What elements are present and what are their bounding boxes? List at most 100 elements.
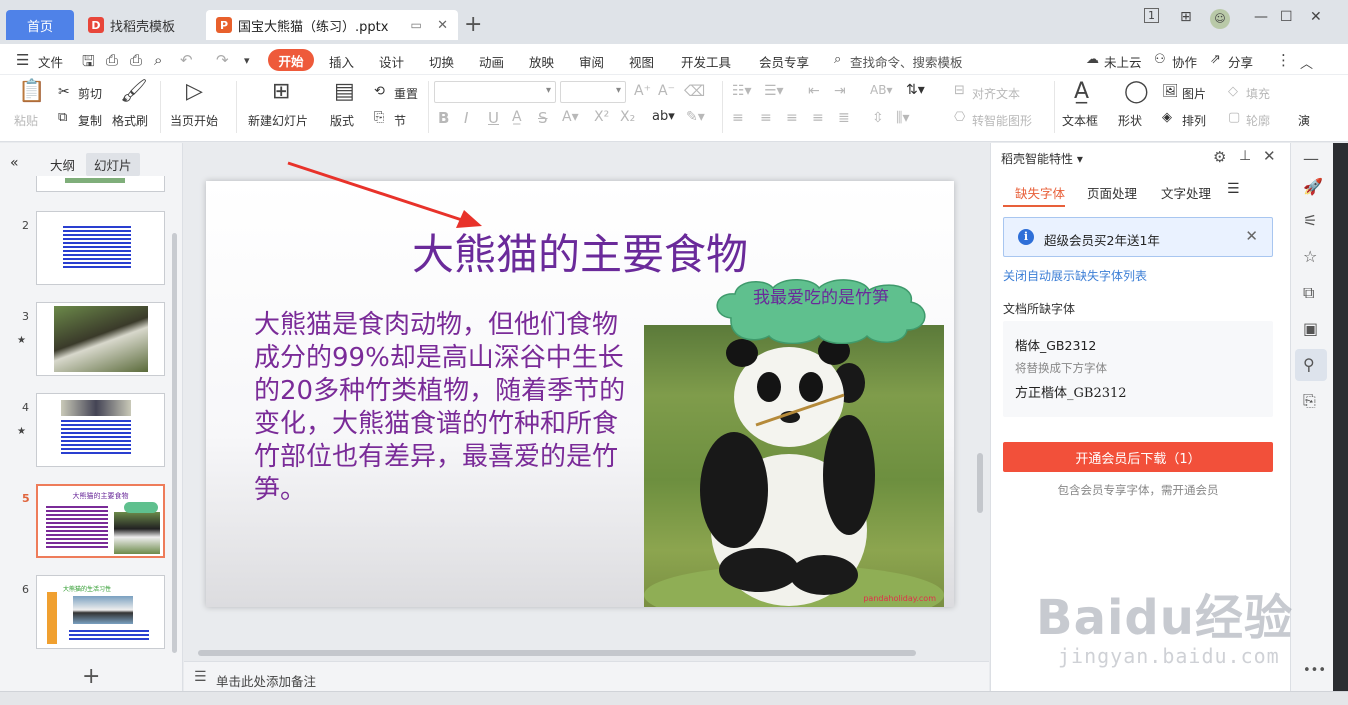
download-fonts-button[interactable]: 开通会员后下载（1）	[1003, 442, 1273, 472]
collab-button[interactable]: 协作	[1172, 52, 1197, 71]
rocket-icon[interactable]: 🚀	[1303, 177, 1323, 196]
menu-file[interactable]: 文件	[38, 52, 63, 71]
paste-button[interactable]: 粘贴	[14, 112, 38, 129]
paste-icon[interactable]: 📋	[18, 79, 45, 104]
section-button[interactable]: 节	[394, 112, 406, 129]
menu-insert[interactable]: 插入	[329, 52, 354, 71]
decrease-indent-icon[interactable]: ⇤	[808, 83, 820, 99]
menu-view[interactable]: 视图	[629, 52, 654, 71]
add-slide-icon[interactable]: +	[82, 664, 100, 689]
highlight-icon[interactable]: ✎▾	[686, 109, 705, 125]
slide-thumbnail-3[interactable]	[36, 302, 165, 376]
menu-transition[interactable]: 切换	[429, 52, 454, 71]
slide-thumbnail-5[interactable]: 大熊猫的主要食物	[36, 484, 165, 558]
bullet-list-icon[interactable]: ☷▾	[732, 83, 752, 99]
hamburger-icon[interactable]: ☰	[16, 51, 29, 69]
vertical-scrollbar[interactable]	[974, 143, 986, 653]
print-preview-icon[interactable]: ⌕	[154, 51, 162, 69]
thumbnail-scrollbar[interactable]	[172, 233, 177, 653]
quick-access-more-icon[interactable]: ▾	[244, 54, 250, 67]
font-color-icon[interactable]: A▾	[562, 109, 579, 125]
text-direction-icon[interactable]: AB▾	[870, 83, 892, 97]
tab-outline[interactable]: 大纲	[42, 153, 83, 176]
menu-start[interactable]: 开始	[268, 49, 314, 71]
tab-menu-icon[interactable]: ☰	[1227, 181, 1240, 197]
new-tab-icon[interactable]: +	[464, 12, 482, 37]
cut-button[interactable]: 剪切	[78, 85, 102, 102]
panel-close-icon[interactable]: ✕	[1263, 147, 1276, 165]
notes-placeholder[interactable]: 单击此处添加备注	[216, 671, 316, 690]
redo-icon[interactable]: ↷	[216, 51, 229, 69]
tab-text-processing[interactable]: 文字处理	[1161, 183, 1211, 202]
menu-slideshow[interactable]: 放映	[529, 52, 554, 71]
copy-button[interactable]: 复制	[78, 112, 102, 129]
distribute-icon[interactable]: ≣	[838, 110, 850, 126]
menu-member[interactable]: 会员专享	[759, 52, 809, 71]
export-pdf-icon[interactable]: ⎙	[106, 51, 118, 69]
slide-title[interactable]: 大熊猫的主要食物	[206, 221, 954, 282]
shadow-icon[interactable]: A̲	[512, 109, 522, 125]
textbox-icon[interactable]: A̲	[1074, 79, 1089, 104]
tab-slides[interactable]: 幻灯片	[86, 153, 140, 176]
promo-notice[interactable]: i 超级会员买2年送1年 ✕	[1003, 217, 1273, 257]
fill-button[interactable]: 填充	[1246, 85, 1270, 102]
close-window-icon[interactable]: ✕	[1310, 9, 1322, 25]
smart-icon[interactable]: ⚲	[1303, 355, 1315, 374]
arrange-button[interactable]: 排列	[1182, 112, 1206, 129]
pin-icon[interactable]: ⊥	[1239, 148, 1251, 164]
tab-document[interactable]: P 国宝大熊猫（练习）.pptx ▭ ✕	[206, 10, 458, 40]
align-text-button[interactable]: 对齐文本	[972, 85, 1020, 102]
layout-icon[interactable]: ▤	[334, 79, 355, 104]
menu-animation[interactable]: 动画	[479, 52, 504, 71]
panel-title[interactable]: 稻壳智能特性 ▾	[1001, 150, 1083, 167]
from-current-button[interactable]: 当页开始	[170, 112, 218, 129]
grid-view-icon[interactable]: ⊞	[1180, 9, 1192, 25]
format-painter-button[interactable]: 格式刷	[112, 112, 148, 129]
settings-icon[interactable]: ⚙	[1213, 148, 1226, 166]
collapse-strip-icon[interactable]: —	[1303, 149, 1319, 168]
undo-icon[interactable]: ↶	[180, 51, 193, 69]
collapse-ribbon-icon[interactable]: ︿	[1300, 53, 1313, 72]
new-slide-icon[interactable]: ⊞	[272, 79, 290, 104]
smart-shape-button[interactable]: 转智能图形	[972, 112, 1032, 129]
promo-notice-text[interactable]: 超级会员买2年送1年	[1044, 230, 1160, 249]
collapse-panel-icon[interactable]: «	[2, 153, 27, 173]
notes-area[interactable]: ☰ 单击此处添加备注	[184, 661, 989, 691]
read-icon[interactable]: ⎘	[1303, 391, 1316, 411]
character-spacing-icon[interactable]: ab▾	[652, 109, 675, 124]
star-pen-icon[interactable]: ☆	[1303, 247, 1317, 266]
font-size-select[interactable]	[560, 81, 626, 103]
screen-icon[interactable]: ▭	[410, 18, 421, 32]
font-family-select[interactable]	[434, 81, 556, 103]
minimize-icon[interactable]: —	[1254, 9, 1268, 25]
line-spacing-icon[interactable]: ⇅▾	[906, 82, 925, 98]
slide-thumbnail-1[interactable]	[36, 176, 165, 192]
align-left-icon[interactable]: ≡	[732, 110, 744, 126]
underline-icon[interactable]: U	[488, 109, 499, 127]
textbox-button[interactable]: 文本框	[1062, 112, 1098, 129]
share-button[interactable]: 分享	[1228, 52, 1253, 71]
superscript-icon[interactable]: X²	[594, 109, 609, 125]
adjust-icon[interactable]: ⚟	[1303, 211, 1317, 230]
thought-bubble-text[interactable]: 我最爱吃的是竹笋	[736, 287, 906, 309]
print-icon[interactable]: ⎙	[130, 51, 142, 69]
slide-thumbnail-4[interactable]	[36, 393, 165, 467]
align-right-icon[interactable]: ≡	[786, 110, 798, 126]
tab-page-processing[interactable]: 页面处理	[1087, 183, 1137, 202]
numbered-list-icon[interactable]: ☰▾	[764, 83, 784, 99]
reset-button[interactable]: 重置	[394, 85, 418, 102]
copy-frame-icon[interactable]: ⧉	[1303, 283, 1314, 303]
present-button[interactable]: 演	[1298, 112, 1310, 129]
shape-icon[interactable]: ◯	[1124, 79, 1149, 104]
align-center-icon[interactable]: ≡	[760, 110, 772, 126]
subscript-icon[interactable]: X₂	[620, 109, 635, 125]
horizontal-scroll-thumb[interactable]	[198, 650, 916, 656]
slide-canvas[interactable]: 大熊猫的主要食物 大熊猫是食肉动物，但他们食物成分的99%却是高山深谷中生长的2…	[206, 181, 954, 607]
bold-icon[interactable]: B	[438, 109, 449, 127]
layout-button[interactable]: 版式	[330, 112, 354, 129]
picture-button[interactable]: 图片	[1182, 85, 1206, 102]
menu-review[interactable]: 审阅	[579, 52, 604, 71]
tab-missing-fonts[interactable]: 缺失字体	[1015, 183, 1065, 202]
justify-icon[interactable]: ≡	[812, 110, 824, 126]
cloud-status[interactable]: 未上云	[1104, 52, 1142, 71]
